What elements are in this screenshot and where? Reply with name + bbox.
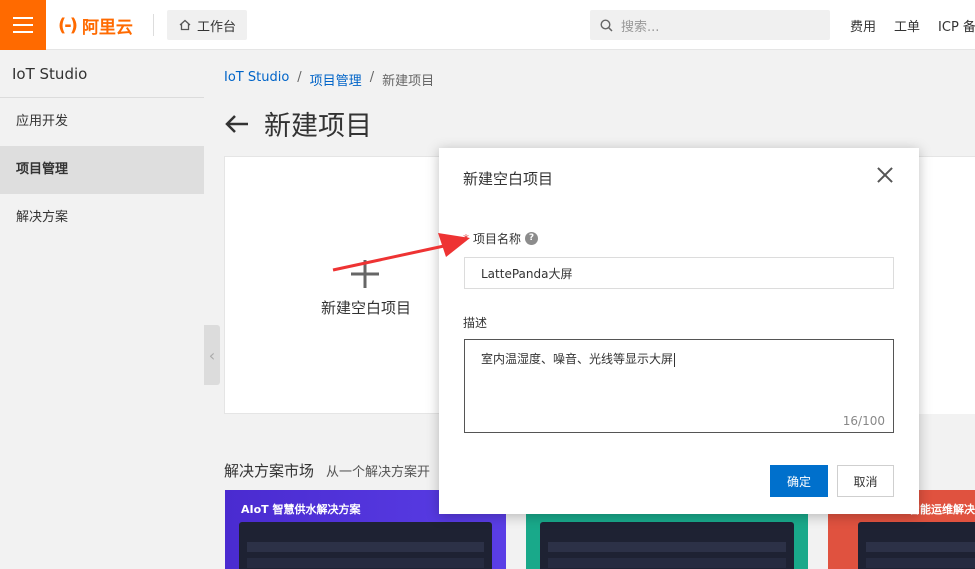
breadcrumb-separator: / bbox=[297, 70, 302, 85]
sidebar-brand: IoT Studio bbox=[0, 50, 204, 98]
project-name-input[interactable]: LattePanda大屏 bbox=[464, 257, 894, 289]
sidebar-collapse-handle[interactable]: ‹ bbox=[204, 325, 220, 385]
solution-card-title: AIoT 智慧供水解决方案 bbox=[241, 503, 361, 516]
sidebar: IoT Studio 应用开发 项目管理 解决方案 bbox=[0, 50, 204, 569]
sidebar-item-app-dev[interactable]: 应用开发 bbox=[0, 98, 204, 146]
top-link-ticket[interactable]: 工单 bbox=[894, 16, 920, 35]
confirm-button[interactable]: 确定 bbox=[770, 465, 828, 497]
template-card[interactable] bbox=[919, 156, 975, 414]
breadcrumb-iot-studio[interactable]: IoT Studio bbox=[224, 70, 289, 89]
plus-icon bbox=[349, 257, 381, 297]
workbench-label: 工作台 bbox=[197, 19, 237, 35]
project-name-label-text: 项目名称 bbox=[473, 232, 522, 246]
close-icon[interactable] bbox=[875, 165, 895, 185]
solution-preview-image bbox=[858, 522, 975, 569]
page-heading: 新建项目 bbox=[224, 104, 372, 143]
aliyun-logo[interactable]: (-) 阿里云 bbox=[58, 13, 133, 38]
description-value: 室内温湿度、噪音、光线等显示大屏 bbox=[481, 352, 674, 366]
new-blank-project-dialog: 新建空白项目 * 项目名称 ? LattePanda大屏 描述 室内温湿度、噪音… bbox=[439, 148, 919, 514]
text-cursor bbox=[674, 352, 676, 367]
chevron-left-icon: ‹ bbox=[208, 345, 216, 365]
solution-preview-image bbox=[239, 522, 492, 569]
search-input[interactable]: 搜索... bbox=[590, 10, 830, 40]
menu-icon[interactable] bbox=[0, 0, 46, 50]
project-name-value: LattePanda大屏 bbox=[481, 266, 573, 281]
solution-market-title: 解决方案市场 bbox=[224, 462, 315, 480]
breadcrumb-current: 新建项目 bbox=[382, 74, 435, 89]
char-counter: 16/100 bbox=[842, 414, 885, 428]
logo-text: 阿里云 bbox=[81, 17, 133, 38]
arrow-left-icon[interactable] bbox=[224, 113, 250, 135]
top-link-billing[interactable]: 费用 bbox=[850, 16, 876, 35]
project-name-label: * 项目名称 ? bbox=[463, 230, 539, 247]
top-links: 费用 工单 ICP 备 bbox=[850, 16, 975, 35]
solution-market-header: 解决方案市场 从一个解决方案开 bbox=[224, 460, 430, 481]
top-bar: (-) 阿里云 工作台 搜索... 费用 工单 ICP 备 bbox=[0, 0, 975, 50]
logo-mark: (-) bbox=[58, 14, 78, 36]
dialog-title: 新建空白项目 bbox=[463, 170, 554, 188]
top-link-icp[interactable]: ICP 备 bbox=[938, 16, 975, 35]
required-mark: * bbox=[463, 231, 469, 246]
description-textarea[interactable]: 室内温湿度、噪音、光线等显示大屏 16/100 bbox=[464, 339, 894, 433]
sidebar-item-solutions[interactable]: 解决方案 bbox=[0, 194, 204, 242]
solution-preview-image bbox=[540, 522, 794, 569]
breadcrumb-project-management[interactable]: 项目管理 bbox=[310, 70, 362, 89]
breadcrumb-separator: / bbox=[369, 70, 375, 85]
help-icon[interactable]: ? bbox=[525, 232, 539, 245]
search-placeholder: 搜索... bbox=[621, 19, 660, 35]
search-icon bbox=[600, 18, 613, 32]
home-icon bbox=[179, 19, 191, 31]
solution-market-subtitle: 从一个解决方案开 bbox=[326, 465, 431, 480]
description-label: 描述 bbox=[463, 316, 488, 330]
divider bbox=[153, 14, 154, 36]
cancel-button[interactable]: 取消 bbox=[837, 465, 894, 497]
page-title: 新建项目 bbox=[264, 111, 372, 142]
breadcrumb: IoT Studio / 项目管理 / 新建项目 bbox=[224, 70, 434, 89]
workbench-button[interactable]: 工作台 bbox=[167, 10, 247, 40]
sidebar-item-project-management[interactable]: 项目管理 bbox=[0, 146, 204, 194]
